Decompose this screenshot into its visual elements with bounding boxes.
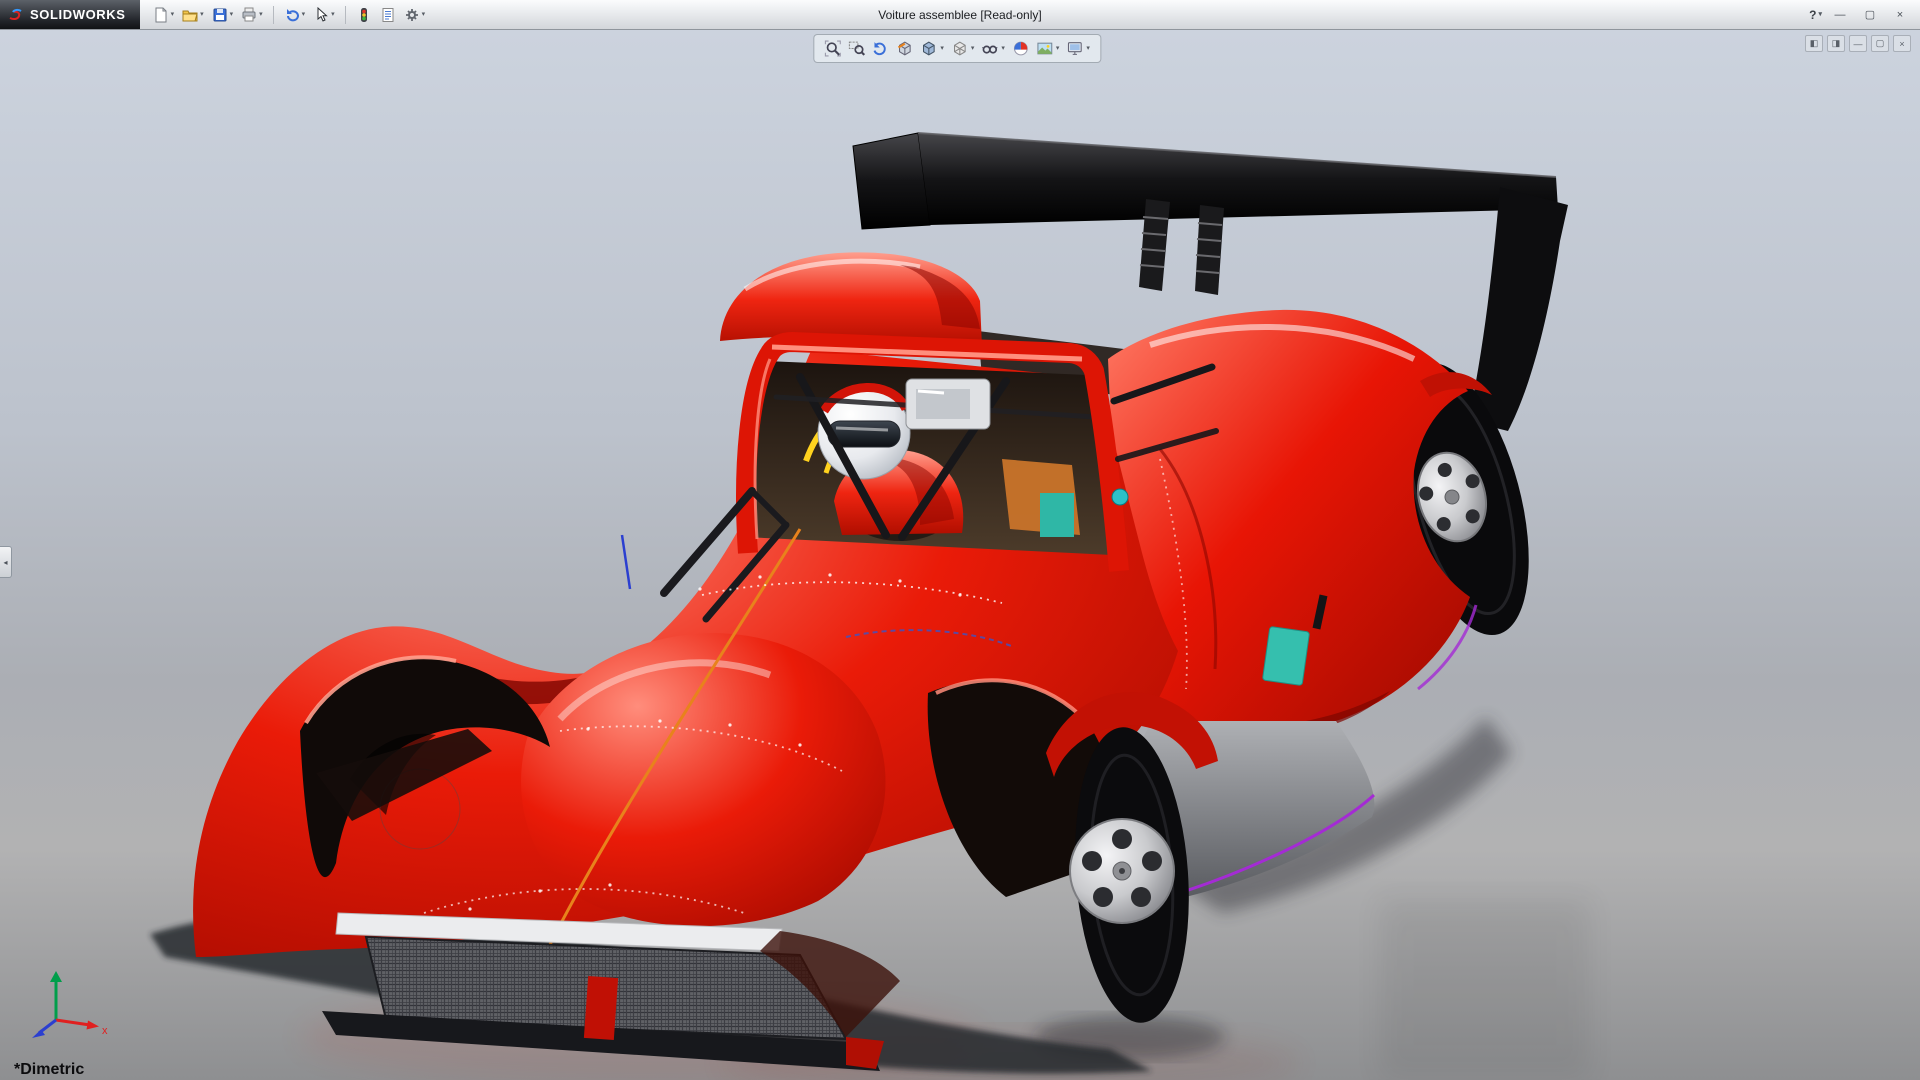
- view-settings-monitor-icon: [1066, 40, 1083, 57]
- rebuild-traffic-light-icon: [356, 7, 372, 23]
- apply-scene-button[interactable]: ▾: [1036, 40, 1060, 57]
- dropdown-caret-icon[interactable]: ▾: [971, 45, 975, 52]
- undo-button[interactable]: ▾: [281, 3, 309, 27]
- dropdown-caret-icon[interactable]: ▾: [940, 45, 944, 52]
- select-cursor-icon: [313, 7, 329, 23]
- zoom-to-fit-button[interactable]: [824, 40, 841, 57]
- display-style-button[interactable]: ▾: [951, 40, 975, 57]
- cooler-panel[interactable]: [1262, 626, 1309, 685]
- dropdown-caret-icon[interactable]: ▾: [331, 11, 335, 18]
- display-style-icon: [951, 40, 968, 57]
- maximize-button[interactable]: ▢: [1858, 5, 1882, 25]
- help-button[interactable]: ? ▾: [1809, 8, 1822, 22]
- toolbar-separator: [345, 6, 346, 24]
- graphics-area[interactable]: ▾ ▾ ▾ ▾: [0, 29, 1920, 1080]
- document-close-button[interactable]: ×: [1893, 35, 1911, 52]
- ds-logo-icon: [8, 7, 24, 23]
- section-view-button[interactable]: [896, 40, 913, 57]
- view-orientation-label: *Dimetric: [14, 1061, 84, 1079]
- dropdown-caret-icon[interactable]: ▾: [1086, 45, 1090, 52]
- hide-show-items-button[interactable]: ▾: [981, 40, 1005, 57]
- triad-x-axis: [56, 1020, 90, 1025]
- window-title: Voiture assemblee [Read-only]: [878, 8, 1041, 22]
- print-icon: [241, 7, 257, 23]
- document-split-right-button[interactable]: ◨: [1827, 35, 1845, 52]
- view-orientation-cube-icon: [920, 40, 937, 57]
- side-mirror-dot[interactable]: [1112, 489, 1128, 505]
- view-orientation-button[interactable]: ▾: [920, 40, 944, 57]
- toolbar-separator: [273, 6, 274, 24]
- view-settings-button[interactable]: ▾: [1066, 40, 1090, 57]
- dropdown-caret-icon[interactable]: ▾: [230, 11, 234, 18]
- triad-x-label: x: [102, 1025, 108, 1037]
- document-window-controls: ◧ ◨ — ▢ ×: [1805, 35, 1911, 52]
- document-restore-button[interactable]: ▢: [1871, 35, 1889, 52]
- new-document-icon: [153, 7, 169, 23]
- solidworks-logo: SOLIDWORKS: [0, 0, 140, 29]
- section-view-icon: [896, 40, 913, 57]
- edit-appearance-button[interactable]: [1012, 40, 1029, 57]
- file-properties-button[interactable]: [377, 3, 399, 27]
- dropdown-caret-icon[interactable]: ▾: [1818, 11, 1822, 18]
- previous-view-icon: [872, 40, 889, 57]
- dropdown-caret-icon[interactable]: ▾: [1056, 45, 1060, 52]
- select-button[interactable]: ▾: [310, 3, 338, 27]
- featuremanager-collapse-tab[interactable]: ◂: [0, 546, 12, 578]
- options-button[interactable]: ▾: [401, 3, 429, 27]
- edit-appearance-ball-icon: [1012, 40, 1029, 57]
- open-folder-icon: [182, 7, 198, 23]
- undo-icon: [284, 7, 300, 23]
- headsup-view-toolbar: ▾ ▾ ▾ ▾: [813, 34, 1101, 63]
- options-gear-icon: [404, 7, 420, 23]
- hide-show-glasses-icon: [981, 40, 998, 57]
- close-button[interactable]: ×: [1888, 5, 1912, 25]
- previous-view-button[interactable]: [872, 40, 889, 57]
- model-viewport-canvas[interactable]: [0, 29, 1920, 1080]
- zoom-to-fit-icon: [824, 40, 841, 57]
- file-properties-icon: [380, 7, 396, 23]
- document-minimize-button[interactable]: —: [1849, 35, 1867, 52]
- menu-toolbar: ▾ ▾ ▾ ▾: [140, 3, 429, 27]
- dropdown-caret-icon[interactable]: ▾: [171, 11, 175, 18]
- dropdown-caret-icon[interactable]: ▾: [302, 11, 306, 18]
- zoom-to-area-icon: [848, 40, 865, 57]
- dropdown-caret-icon[interactable]: ▾: [1001, 45, 1005, 52]
- help-label: ?: [1809, 8, 1816, 22]
- brand-name: SOLIDWORKS: [30, 7, 126, 22]
- dropdown-caret-icon[interactable]: ▾: [422, 11, 426, 18]
- new-document-button[interactable]: ▾: [150, 3, 178, 27]
- dropdown-caret-icon[interactable]: ▾: [259, 11, 263, 18]
- document-split-left-button[interactable]: ◧: [1805, 35, 1823, 52]
- front-rim[interactable]: [1070, 819, 1174, 923]
- minimize-button[interactable]: —: [1828, 5, 1852, 25]
- zoom-to-area-button[interactable]: [848, 40, 865, 57]
- dropdown-caret-icon[interactable]: ▾: [200, 11, 204, 18]
- rebuild-button[interactable]: [353, 3, 375, 27]
- window-controls: ? ▾ — ▢ ×: [1809, 5, 1920, 25]
- rearview-mirror[interactable]: [906, 379, 990, 429]
- apply-scene-icon: [1036, 40, 1053, 57]
- print-button[interactable]: ▾: [238, 3, 266, 27]
- title-bar: SOLIDWORKS ▾ ▾ ▾: [0, 0, 1920, 30]
- open-button[interactable]: ▾: [179, 3, 207, 27]
- save-button[interactable]: ▾: [209, 3, 237, 27]
- save-icon: [212, 7, 228, 23]
- orientation-triad: x: [22, 962, 114, 1042]
